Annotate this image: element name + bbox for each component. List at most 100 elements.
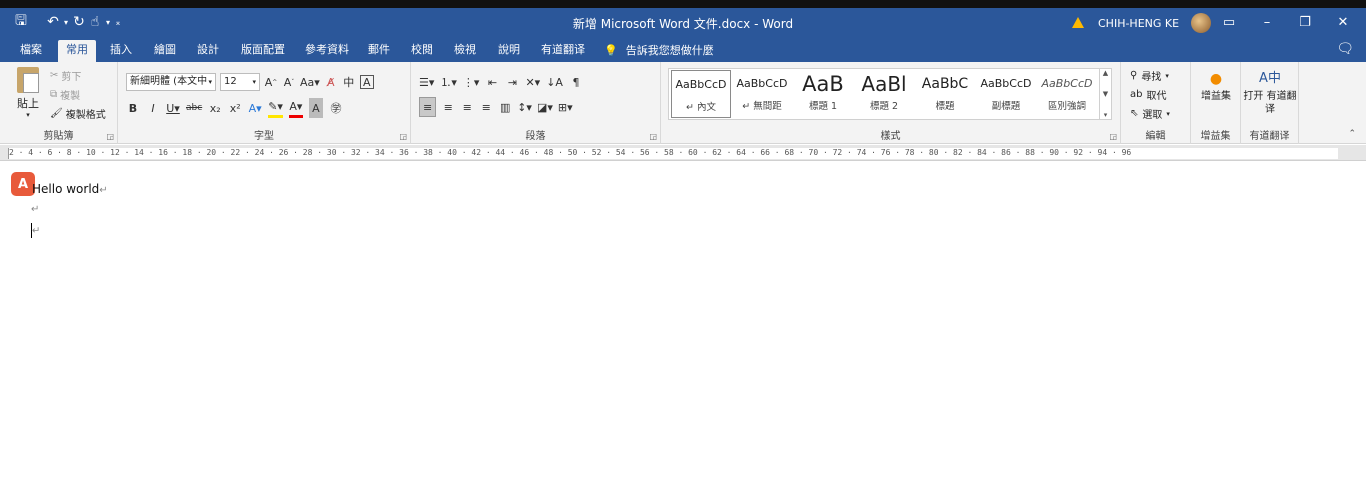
find-button[interactable]: ⚲ 尋找 ▾ — [1130, 68, 1169, 83]
line-spacing-icon[interactable]: ↕▾ — [517, 97, 532, 117]
paste-button[interactable]: 貼上 ▾ — [10, 67, 46, 119]
bold-icon[interactable]: B — [126, 98, 140, 118]
tab-help[interactable]: 說明 — [490, 40, 528, 62]
multilevel-list-icon[interactable]: ⋮▾ — [463, 72, 480, 92]
subscript-icon[interactable]: x₂ — [208, 98, 222, 118]
tab-youdao[interactable]: 有道翻译 — [533, 40, 593, 62]
align-center-icon[interactable]: ≡ — [441, 97, 455, 117]
justify-icon[interactable]: ≡ — [479, 97, 493, 117]
tab-design[interactable]: 設計 — [189, 40, 227, 62]
font-name-box[interactable]: 新細明體 (本文中 ▾ — [126, 73, 216, 91]
numbering-icon[interactable]: ⒈▾ — [440, 72, 457, 92]
chevron-up-icon[interactable]: ▲ — [1103, 69, 1108, 77]
tell-me-search[interactable]: 💡 告訴我您想做什麼 — [604, 40, 714, 62]
copy-button[interactable]: ⧉ 複製 — [50, 86, 80, 102]
replace-button[interactable]: ab 取代 — [1130, 87, 1166, 102]
tab-references[interactable]: 參考資料 — [297, 40, 357, 62]
ribbon-display-icon[interactable]: ▭ — [1210, 8, 1248, 36]
italic-icon[interactable]: I — [146, 98, 160, 118]
chevron-down-icon: ▾ — [26, 111, 30, 119]
increase-indent-icon[interactable]: ⇥ — [505, 72, 519, 92]
cut-button[interactable]: ✂ 剪下 — [50, 67, 81, 83]
doc-line-3[interactable]: ↵ — [31, 223, 40, 238]
grow-font-icon[interactable]: A ^ — [264, 72, 278, 92]
style-sample: AaB — [802, 72, 844, 96]
sort-icon[interactable]: ↓A — [546, 72, 563, 92]
shrink-font-icon[interactable]: Aˇ — [282, 72, 296, 92]
style-heading-2[interactable]: AaBl 標題 2 — [854, 70, 914, 118]
distributed-icon[interactable]: ▥ — [498, 97, 512, 117]
font-size-box[interactable]: 12 ▾ — [220, 73, 260, 91]
style-subtle-emphasis[interactable]: AaBbCcD 區別強調 — [1037, 70, 1097, 118]
text-effects-icon[interactable]: A▾ — [248, 98, 262, 118]
change-case-icon[interactable]: Aa▾ — [300, 72, 320, 92]
decrease-indent-icon[interactable]: ⇤ — [485, 72, 499, 92]
style-normal[interactable]: AaBbCcD ↵ 內文 — [671, 70, 731, 118]
style-name: ↵ 無間距 — [742, 101, 782, 112]
style-subtitle[interactable]: AaBbCcD 副標題 — [976, 70, 1036, 118]
doc-text: Hello world — [32, 182, 100, 196]
dialog-launcher-icon[interactable]: ◲ — [1109, 132, 1117, 141]
style-title[interactable]: AaBbC 標題 — [915, 70, 975, 118]
character-shading-icon[interactable]: A — [308, 98, 323, 118]
clear-format-icon[interactable]: A̸ — [324, 72, 338, 92]
bullets-icon[interactable]: ☰▾ — [419, 72, 434, 92]
tab-file[interactable]: 檔案 — [12, 40, 50, 62]
dialog-launcher-icon[interactable]: ◲ — [649, 132, 657, 141]
font-group-label: 字型 — [254, 131, 274, 142]
addin-button[interactable]: ● 增益集 — [1195, 68, 1237, 103]
style-no-spacing[interactable]: AaBbCcD ↵ 無間距 — [732, 70, 792, 118]
translate-button[interactable]: A中 打开 有道翻译 — [1243, 68, 1297, 116]
align-left-icon[interactable]: ≡ — [419, 97, 437, 117]
font-color-icon[interactable]: A▾ — [288, 98, 303, 118]
align-right-icon[interactable]: ≡ — [460, 97, 474, 117]
doc-line-2[interactable]: ↵ — [31, 202, 39, 215]
user-area[interactable]: CHIH-HENG KE — [1072, 13, 1212, 33]
close-icon[interactable]: ✕ — [1324, 8, 1362, 36]
title-bar: 🖫 ↶ ▾ ↻ ☝ ▾ ⌅ 新增 Microsoft Word 文件.docx … — [0, 8, 1366, 36]
tab-draw[interactable]: 繪圖 — [146, 40, 184, 62]
translate-label: 打开 有道翻译 — [1243, 91, 1297, 115]
enclose-characters-icon[interactable]: ㊫ — [329, 98, 343, 118]
superscript-icon[interactable]: x² — [228, 98, 242, 118]
show-marks-icon[interactable]: ¶ — [569, 72, 583, 92]
doc-line-1[interactable]: Hello world↵ — [32, 182, 108, 196]
dialog-launcher-icon[interactable]: ◲ — [106, 132, 114, 141]
strikethrough-icon[interactable]: abc — [186, 98, 202, 118]
restore-icon[interactable]: ❐ — [1286, 8, 1324, 36]
highlight-icon[interactable]: ✎▾ — [268, 98, 283, 118]
format-painter-button[interactable]: 🖌 複製格式 — [50, 105, 106, 121]
addin-label: 增益集 — [1201, 91, 1231, 102]
style-heading-1[interactable]: AaB 標題 1 — [793, 70, 853, 118]
tab-home[interactable]: 常用 — [58, 40, 96, 62]
document-canvas[interactable]: A Hello world↵ ↵ ↵ — [0, 161, 1366, 483]
avatar[interactable] — [1191, 13, 1212, 33]
phonetic-guide-icon[interactable]: 中 — [342, 72, 356, 92]
tab-view[interactable]: 檢視 — [446, 40, 484, 62]
dialog-launcher-icon[interactable]: ◲ — [399, 132, 407, 141]
more-styles-icon[interactable]: ▾ — [1104, 111, 1108, 119]
style-name: 副標題 — [991, 101, 1021, 112]
comments-icon[interactable]: 🗨 — [1336, 41, 1354, 57]
tab-layout[interactable]: 版面配置 — [233, 40, 293, 62]
collapse-ribbon-icon[interactable]: ⌃ — [1348, 129, 1356, 139]
character-border-icon[interactable]: A — [359, 75, 374, 89]
minimize-icon[interactable]: – — [1248, 8, 1286, 36]
search-icon: ⚲ — [1130, 70, 1138, 81]
chevron-down-icon: ▾ — [1165, 71, 1169, 80]
underline-icon[interactable]: U▾ — [166, 98, 180, 118]
style-name: 區別強調 — [1047, 101, 1086, 112]
chevron-down-icon: ▾ — [208, 78, 212, 86]
horizontal-ruler[interactable]: 2 · 4 · 6 · 8 · 10 · 12 · 14 · 16 · 18 ·… — [0, 145, 1366, 161]
select-button[interactable]: ⇖ 選取 ▾ — [1130, 106, 1170, 121]
chevron-down-icon[interactable]: ▼ — [1103, 90, 1108, 98]
tab-review[interactable]: 校閱 — [403, 40, 441, 62]
select-label: 選取 — [1142, 110, 1163, 121]
shading-icon[interactable]: ◪▾ — [537, 97, 553, 117]
tab-insert[interactable]: 插入 — [102, 40, 140, 62]
translate-group-label: 有道翻译 — [1249, 131, 1290, 142]
borders-icon[interactable]: ⊞▾ — [558, 97, 573, 117]
chinese-layout-icon[interactable]: ✕▾ — [525, 72, 540, 92]
chevron-down-icon: ▾ — [1166, 109, 1170, 118]
tab-mailings[interactable]: 郵件 — [360, 40, 398, 62]
